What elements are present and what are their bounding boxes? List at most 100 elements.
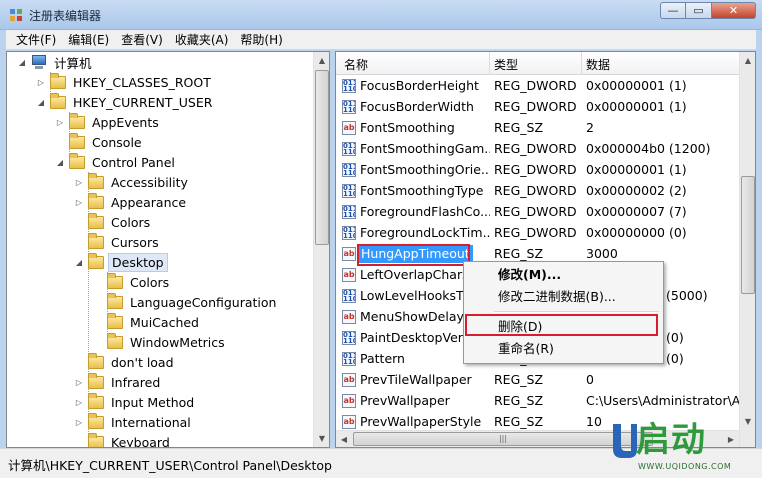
highlight-annotation-box: [357, 244, 470, 266]
registry-key-tree[interactable]: ◢ 计算机 ▷ HKEY_CLASSES_ROOT ◢ HKEY_CURRENT…: [6, 51, 330, 448]
menu-view[interactable]: 查看(V): [116, 31, 168, 48]
tree-collapsed-icon[interactable]: ▷: [74, 378, 84, 387]
tree-item-colors[interactable]: Colors: [74, 212, 153, 232]
tree-item-desktop-colors[interactable]: Colors: [93, 272, 172, 292]
close-button[interactable]: ✕: [712, 2, 756, 19]
menu-favorites[interactable]: 收藏夹(A): [170, 31, 234, 48]
value-type: REG_DWORD: [494, 183, 577, 198]
tree-item-keyboard[interactable]: Keyboard: [74, 432, 173, 447]
string-value-icon: ab: [342, 415, 356, 429]
ctx-rename[interactable]: 重命名(R): [498, 339, 554, 359]
value-type: REG_SZ: [494, 414, 544, 429]
table-row[interactable]: 011110 ForegroundLockTim... REG_DWORD 0x…: [336, 223, 740, 244]
tree-item-desktop[interactable]: ◢ Desktop: [74, 252, 168, 272]
scroll-down-icon[interactable]: ▼: [314, 430, 329, 447]
tree-item-infrared[interactable]: ▷ Infrared: [74, 372, 163, 392]
tree-item-muicached[interactable]: MuiCached: [93, 312, 202, 332]
registry-values-list[interactable]: 名称 类型 数据 011110 FocusBorderHeight REG_DW…: [335, 51, 756, 448]
scroll-thumb[interactable]: [315, 70, 329, 245]
value-data: 0: [586, 372, 594, 387]
scroll-left-icon[interactable]: ◀: [336, 431, 352, 447]
tree-collapsed-icon[interactable]: ▷: [74, 178, 84, 187]
column-header-name[interactable]: 名称: [344, 56, 368, 73]
table-row[interactable]: ab PrevTileWallpaper REG_SZ 0: [336, 370, 740, 391]
value-name: FontSmoothingType: [360, 183, 484, 198]
folder-icon: [88, 172, 104, 189]
folder-icon: [107, 312, 123, 329]
tree-item-hkey-current-user[interactable]: ◢ HKEY_CURRENT_USER: [36, 92, 215, 112]
table-row[interactable]: 011110 ForegroundFlashCo... REG_DWORD 0x…: [336, 202, 740, 223]
tree-collapsed-icon[interactable]: ▷: [36, 78, 46, 87]
column-header-data[interactable]: 数据: [586, 56, 610, 73]
window-title: 注册表编辑器: [29, 9, 102, 23]
list-vertical-scrollbar[interactable]: ▲ ▼: [739, 52, 755, 447]
ctx-modify[interactable]: 修改(M)...: [498, 265, 561, 285]
minimize-button[interactable]: —: [660, 2, 686, 19]
tree-vertical-scrollbar[interactable]: ▲ ▼: [313, 52, 329, 447]
column-header-type[interactable]: 类型: [494, 56, 518, 73]
folder-icon: [69, 132, 85, 149]
value-data: 2: [586, 120, 594, 135]
ctx-modify-binary[interactable]: 修改二进制数据(B)...: [498, 287, 616, 307]
tree-item-console[interactable]: Console: [55, 132, 145, 152]
tree-item-label: LanguageConfiguration: [130, 294, 277, 310]
tree-item-input-method[interactable]: ▷ Input Method: [74, 392, 197, 412]
dword-value-icon: 011110: [342, 289, 356, 303]
tree-collapsed-icon[interactable]: ▷: [55, 118, 65, 127]
tree-expanded-icon[interactable]: ◢: [74, 258, 84, 267]
table-row[interactable]: 011110 FocusBorderWidth REG_DWORD 0x0000…: [336, 97, 740, 118]
delete-annotation-box: [465, 314, 658, 336]
logo-brand-text: 启动: [636, 420, 706, 460]
tree-expanded-icon[interactable]: ◢: [55, 158, 65, 167]
tree-expanded-icon[interactable]: ◢: [36, 98, 46, 107]
tree-item-cursors[interactable]: Cursors: [74, 232, 162, 252]
value-type: REG_DWORD: [494, 78, 577, 93]
tree-item-appearance[interactable]: ▷ Appearance: [74, 192, 189, 212]
tree-collapsed-icon[interactable]: ▷: [74, 198, 84, 207]
scroll-up-icon[interactable]: ▲: [314, 52, 329, 69]
tree-item-control-panel[interactable]: ◢ Control Panel: [55, 152, 178, 172]
context-menu: 修改(M)... 修改二进制数据(B)... 删除(D) 重命名(R): [463, 261, 664, 364]
value-data: (0): [666, 330, 684, 345]
list-header: 名称 类型 数据: [336, 52, 740, 75]
folder-icon: [107, 332, 123, 349]
tree-expanded-icon[interactable]: ◢: [17, 58, 27, 67]
table-row[interactable]: 011110 FontSmoothingGam... REG_DWORD 0x0…: [336, 139, 740, 160]
tree-collapsed-icon[interactable]: ▷: [74, 398, 84, 407]
value-name: LowLevelHooksTim: [360, 288, 479, 303]
tree-item-computer[interactable]: ◢ 计算机: [17, 52, 95, 72]
tree-item-label: Colors: [111, 214, 151, 230]
scroll-up-icon[interactable]: ▲: [740, 52, 755, 69]
folder-icon: [88, 232, 104, 249]
table-row[interactable]: 011110 FontSmoothingOrie... REG_DWORD 0x…: [336, 160, 740, 181]
tree-item-label: International: [111, 414, 191, 430]
tree-item-appevents[interactable]: ▷ AppEvents: [55, 112, 162, 132]
table-row[interactable]: 011110 FocusBorderHeight REG_DWORD 0x000…: [336, 76, 740, 97]
value-name: PaintDesktopVers: [360, 330, 470, 345]
tree-item-accessibility[interactable]: ▷ Accessibility: [74, 172, 191, 192]
menu-edit[interactable]: 编辑(E): [63, 31, 114, 48]
table-row[interactable]: ab FontSmoothing REG_SZ 2: [336, 118, 740, 139]
scroll-thumb[interactable]: [741, 176, 755, 294]
tree-collapsed-icon[interactable]: ▷: [74, 418, 84, 427]
tree-item-languageconfiguration[interactable]: LanguageConfiguration: [93, 292, 279, 312]
table-row[interactable]: ab PrevWallpaper REG_SZ C:\Users\Adminis…: [336, 391, 740, 412]
menu-file[interactable]: 文件(F): [11, 31, 61, 48]
menu-help[interactable]: 帮助(H): [235, 31, 287, 48]
tree-item-international[interactable]: ▷ International: [74, 412, 194, 432]
tree-item-dont-load[interactable]: don't load: [74, 352, 177, 372]
value-data: C:\Users\Administrator\Ap: [586, 393, 740, 408]
value-name: MenuShowDelay: [360, 309, 464, 324]
menu-bar: 文件(F) 编辑(E) 查看(V) 收藏夹(A) 帮助(H): [6, 30, 756, 50]
dword-value-icon: 011110: [342, 226, 356, 240]
value-data: 0x00000001 (1): [586, 162, 687, 177]
string-value-icon: ab: [342, 121, 356, 135]
tree-item-hkey-classes-root[interactable]: ▷ HKEY_CLASSES_ROOT: [36, 72, 214, 92]
maximize-button[interactable]: ▭: [686, 2, 712, 19]
table-row[interactable]: 011110 FontSmoothingType REG_DWORD 0x000…: [336, 181, 740, 202]
tree-item-label: HKEY_CLASSES_ROOT: [73, 74, 211, 90]
folder-icon: [88, 432, 104, 447]
tree-item-windowmetrics[interactable]: WindowMetrics: [93, 332, 228, 352]
tree-item-label: Appearance: [111, 194, 187, 210]
value-name: FontSmoothingOrie...: [360, 162, 490, 177]
